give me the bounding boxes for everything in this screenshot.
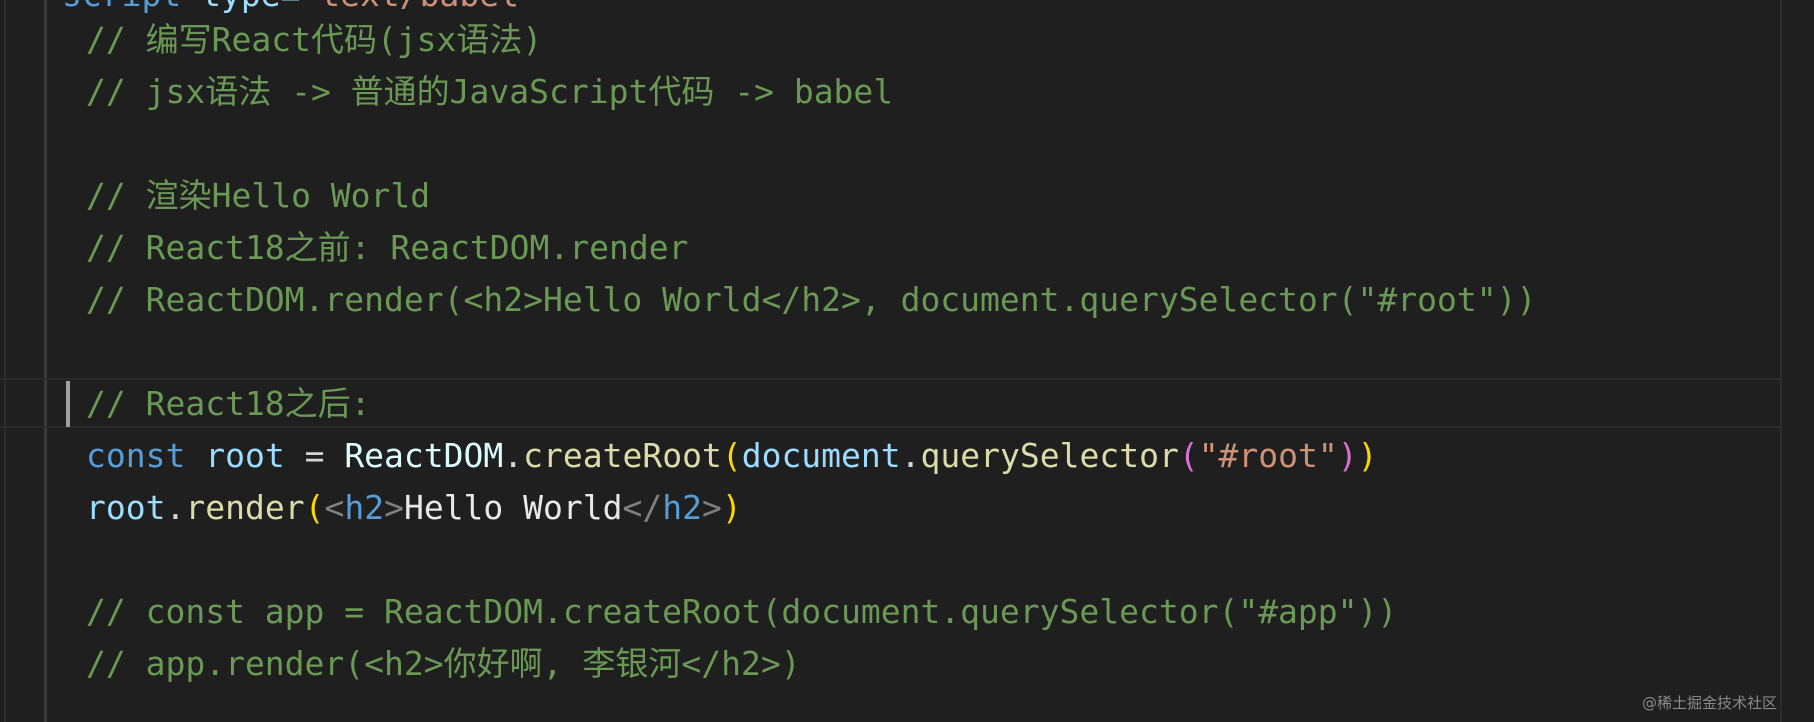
token-tag-lt: < [324, 488, 345, 527]
token-queryselector: querySelector [920, 436, 1179, 475]
token-paren-open-inner: ( [1178, 436, 1199, 475]
code-line-6[interactable]: // React18之后: [86, 378, 371, 430]
watermark: @稀土掘金技术社区 [1642, 694, 1778, 712]
code-line-2[interactable]: // jsx语法 -> 普通的JavaScript代码 -> babel [86, 66, 893, 118]
code-line-7[interactable]: const root = ReactDOM.createRoot(documen… [86, 430, 1378, 482]
token-tag-h2: h2 [344, 488, 385, 527]
token-const: const [86, 436, 186, 475]
token-paren-open: ( [304, 488, 325, 527]
token-tag-h2-close: h2 [662, 488, 702, 527]
token-equals: = [284, 436, 345, 475]
code-line-3[interactable]: // 渲染Hello World [86, 170, 430, 222]
code-line-5[interactable]: // ReactDOM.render(<h2>Hello World</h2>,… [86, 274, 1536, 326]
token-paren-close: ) [721, 488, 742, 527]
token-jsx-text: Hello World [403, 488, 623, 527]
editor-gutter-guide [4, 0, 6, 722]
token-dot: . [900, 436, 921, 475]
token-paren-close: ) [1357, 436, 1378, 475]
token-document: document [741, 436, 901, 475]
token-createroot: createRoot [523, 436, 722, 475]
script-attr-value: "text/babel" [300, 0, 538, 14]
token-root: root [205, 436, 285, 475]
code-line-10[interactable]: // app.render(<h2>你好啊, 李银河</h2>) [86, 638, 801, 690]
code-line-9[interactable]: // const app = ReactDOM.createRoot(docum… [86, 586, 1397, 638]
token-tag-lt-slash: </ [622, 488, 663, 527]
code-line-4[interactable]: // React18之前: ReactDOM.render [86, 222, 688, 274]
token-reactdom: ReactDOM [344, 436, 504, 475]
code-line-1[interactable]: // 编写React代码(jsx语法) [86, 14, 542, 66]
token-dot: . [165, 488, 186, 527]
code-line-8[interactable]: root.render(<h2>Hello World</h2>) [86, 482, 742, 534]
token-root: root [86, 488, 166, 527]
script-attr: type= [181, 0, 300, 14]
minimap-border [1780, 0, 1782, 722]
token-tag-gt: > [384, 488, 404, 527]
token-tag-gt-close: > [702, 488, 722, 527]
token-paren-open: ( [721, 436, 742, 475]
code-line-script-tag[interactable]: script type="text/babel" [62, 0, 539, 12]
token-string-root: "#root" [1198, 436, 1338, 475]
code-editor[interactable]: script type="text/babel" // 编写React代码(js… [0, 0, 1814, 722]
token-render: render [185, 488, 305, 527]
script-keyword: script [62, 0, 181, 14]
token-dot: . [503, 436, 524, 475]
text-cursor [66, 381, 70, 427]
token-paren-close-inner: ) [1337, 436, 1358, 475]
indent-guide [44, 0, 47, 722]
